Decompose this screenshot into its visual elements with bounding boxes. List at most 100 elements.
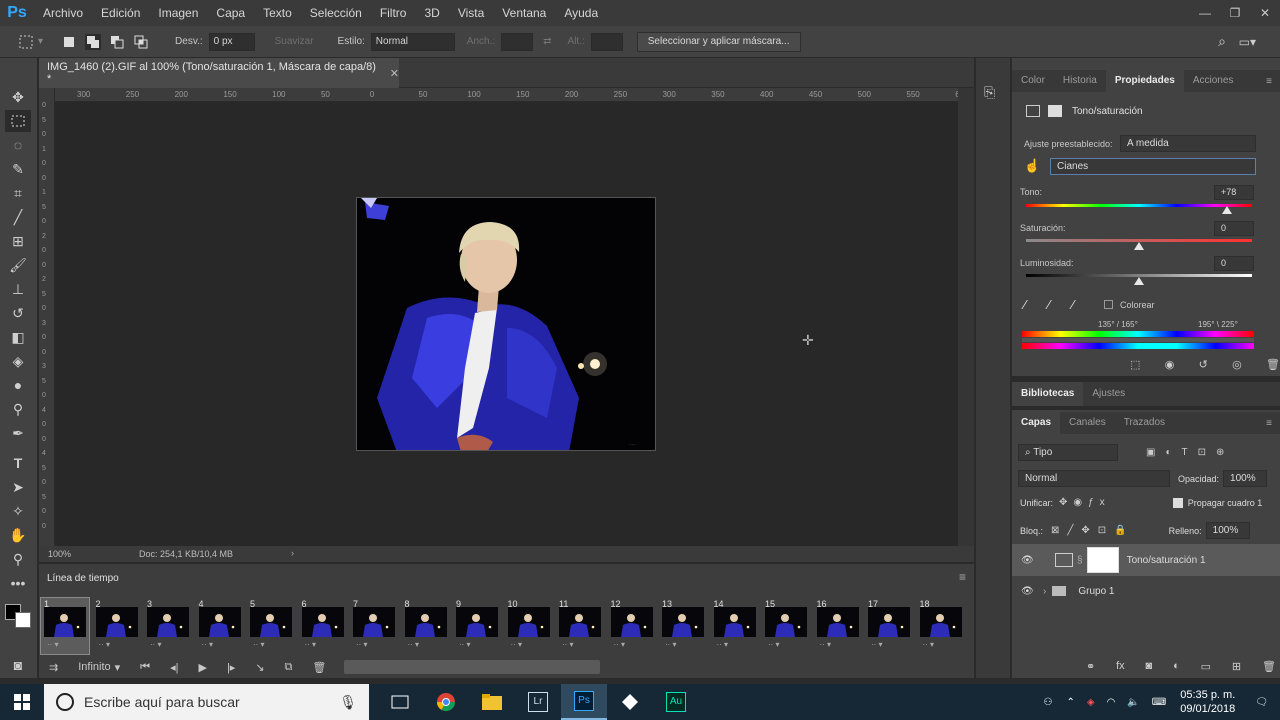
menu-edicion[interactable]: Edición (92, 0, 149, 26)
loop-select[interactable]: Infinito (78, 661, 110, 673)
eyedropper-icon[interactable]: ⁄ (1024, 297, 1026, 312)
swap-icon[interactable]: ⇄ (543, 36, 551, 47)
windows-start-icon[interactable] (0, 684, 44, 720)
frame-delay[interactable]: ·· ▾ (356, 640, 368, 649)
file-explorer-icon[interactable] (469, 684, 515, 720)
frame-delay[interactable]: ·· ▾ (665, 640, 677, 649)
tono-slider-thumb[interactable] (1222, 206, 1233, 214)
document-image[interactable]: ····· (356, 197, 656, 451)
color-swatches[interactable] (5, 598, 35, 628)
close-icon[interactable]: ✕ (390, 67, 399, 80)
pen-tool-icon[interactable]: ✒ (5, 422, 31, 444)
hand-tool-icon[interactable]: ✋ (5, 524, 31, 546)
link-icon[interactable]: § (1077, 555, 1083, 566)
photoshop-taskbar-icon[interactable]: Ps (561, 684, 607, 720)
marquee-tool-icon[interactable] (5, 110, 31, 132)
tab-trazados[interactable]: Trazados (1115, 412, 1174, 434)
chevron-up-icon[interactable]: ⌃ (1067, 697, 1075, 708)
more-tools-icon[interactable]: ••• (5, 572, 31, 594)
clip-icon[interactable]: ⬚ (1130, 358, 1140, 371)
workspace-icon[interactable]: ▭▾ (1239, 35, 1256, 49)
panel-menu-icon[interactable]: ≡ (959, 570, 966, 584)
menu-vista[interactable]: Vista (449, 0, 493, 26)
duplicate-frame-icon[interactable]: ⧉ (285, 661, 293, 674)
paint-bucket-tool-icon[interactable]: ◈ (5, 350, 31, 372)
people-icon[interactable]: ⚇ (1044, 697, 1053, 708)
new-group-icon[interactable]: ▭ (1201, 660, 1211, 673)
timeline-frame[interactable]: 2 ·· ▾ (93, 598, 141, 654)
antivirus-icon[interactable]: ◈ (1087, 697, 1095, 708)
lock-icons[interactable]: ⊠╱✥⊡🔒 (1051, 525, 1135, 536)
move-tool-icon[interactable]: ✥ (5, 86, 31, 108)
timeline-frame[interactable]: 8 ·· ▾ (402, 598, 450, 654)
frame-delay[interactable]: ·· ▾ (717, 640, 729, 649)
minimize-icon[interactable]: — (1190, 0, 1220, 26)
frame-delay[interactable]: ·· ▾ (99, 640, 111, 649)
tab-canales[interactable]: Canales (1060, 412, 1115, 434)
menu-capa[interactable]: Capa (207, 0, 254, 26)
delete-layer-icon[interactable]: 🗑 (1262, 660, 1276, 673)
frame-delay[interactable]: ·· ▾ (871, 640, 883, 649)
blur-tool-icon[interactable]: ● (5, 374, 31, 396)
frame-thumbnail[interactable] (765, 607, 807, 637)
frame-thumbnail[interactable] (95, 607, 138, 637)
new-layer-icon[interactable]: ⊞ (1232, 660, 1241, 673)
add-mask-icon[interactable]: ◙ (1146, 660, 1153, 673)
mask-icon[interactable] (1048, 105, 1062, 117)
frame-thumbnail[interactable] (198, 607, 241, 637)
desv-input[interactable]: 0 px (208, 32, 255, 51)
tab-color[interactable]: Color (1012, 70, 1054, 92)
frame-thumbnail[interactable] (404, 607, 447, 637)
lasso-tool-icon[interactable]: ◌ (5, 134, 31, 156)
clone-stamp-tool-icon[interactable]: ⊥ (5, 278, 31, 300)
tween-icon[interactable]: ↘ (255, 661, 264, 674)
zoom-level[interactable]: 100% (48, 549, 71, 559)
fill-input[interactable]: 100% (1205, 522, 1250, 539)
zoom-tool-icon[interactable]: ⚲ (5, 548, 31, 570)
tab-propiedades[interactable]: Propiedades (1105, 70, 1184, 92)
timeline-frame[interactable]: 5 ·· ▾ (247, 598, 295, 654)
visibility-eye-icon[interactable]: 👁 (1021, 555, 1034, 566)
healing-tool-icon[interactable]: ⊞ (5, 230, 31, 252)
eyedropper-minus-icon[interactable]: ⁄ (1072, 297, 1074, 312)
suavizar-checkbox[interactable]: Suavizar (275, 36, 314, 47)
channel-select[interactable]: Cianes (1050, 158, 1256, 175)
chevron-down-icon[interactable]: ▾ (38, 36, 43, 47)
menu-filtro[interactable]: Filtro (371, 0, 416, 26)
wifi-icon[interactable]: ◠ (1107, 697, 1116, 708)
reset-icon[interactable]: ↺ (1199, 358, 1208, 371)
frame-thumbnail[interactable] (301, 607, 344, 637)
tab-historia[interactable]: Historia (1054, 70, 1106, 92)
anch-input[interactable] (501, 32, 534, 51)
first-frame-icon[interactable]: ⏮ (140, 661, 150, 674)
luminosidad-slider-thumb[interactable] (1134, 277, 1144, 285)
chevron-right-icon[interactable]: › (1043, 586, 1046, 597)
timeline-scrollbar[interactable] (344, 660, 601, 674)
convert-timeline-icon[interactable]: ⇉ (49, 661, 58, 674)
task-view-icon[interactable] (377, 684, 423, 720)
clock[interactable]: 05:35 p. m. 09/01/2018 (1180, 688, 1235, 716)
range-bar[interactable] (1022, 338, 1254, 342)
menu-texto[interactable]: Texto (254, 0, 301, 26)
audition-icon[interactable]: Au (653, 684, 699, 720)
menu-ayuda[interactable]: Ayuda (555, 0, 607, 26)
chrome-icon[interactable] (423, 684, 469, 720)
timeline-frame[interactable]: 12 ·· ▾ (608, 598, 656, 654)
subtract-selection-icon[interactable] (109, 34, 125, 50)
timeline-frame[interactable]: 11 ·· ▾ (556, 598, 604, 654)
estilo-select[interactable]: Normal (370, 32, 455, 51)
search-icon[interactable]: ⌕ (1218, 33, 1226, 50)
tab-bibliotecas[interactable]: Bibliotecas (1012, 382, 1084, 406)
frame-thumbnail[interactable] (250, 607, 292, 637)
layer-mask-thumbnail[interactable] (1086, 547, 1119, 573)
frame-thumbnail[interactable] (353, 607, 395, 637)
shape-tool-icon[interactable]: ✧ (5, 500, 31, 522)
frame-delay[interactable]: ·· ▾ (47, 640, 59, 649)
play-icon[interactable]: ▶ (198, 661, 206, 674)
alt-input[interactable] (590, 32, 623, 51)
frame-delay[interactable]: ·· ▾ (459, 640, 471, 649)
timeline-frame[interactable]: 4 ·· ▾ (196, 598, 244, 654)
notifications-icon[interactable]: 🗨 (1255, 697, 1268, 708)
history-panel-icon[interactable]: ⎘ (984, 84, 995, 101)
timeline-frame[interactable]: 17 ·· ▾ (865, 598, 913, 654)
